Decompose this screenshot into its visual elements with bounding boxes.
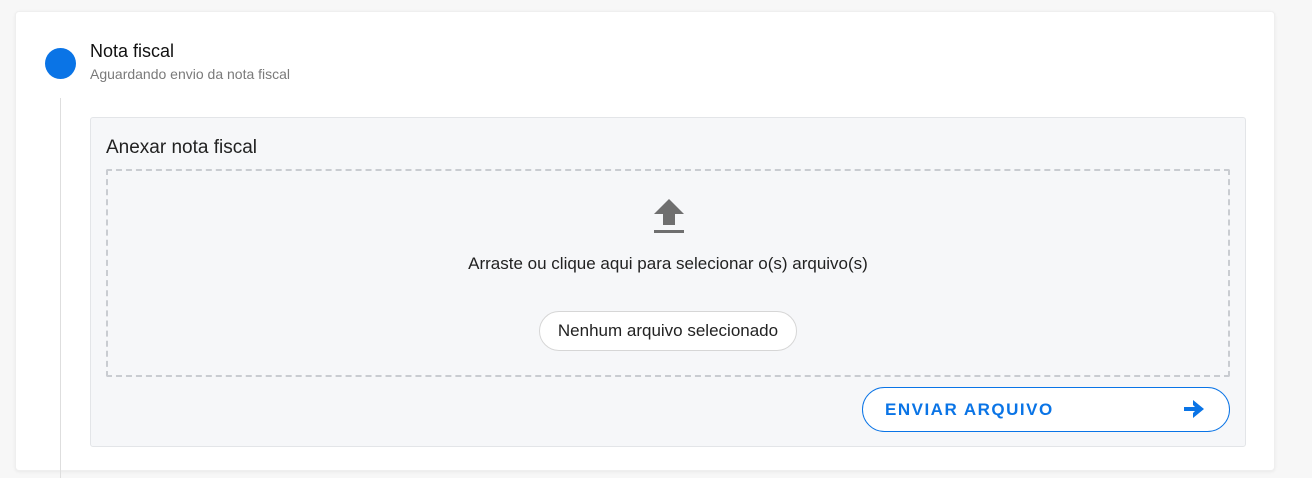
step-timeline-line bbox=[60, 98, 61, 478]
step-subtitle: Aguardando envio da nota fiscal bbox=[90, 66, 291, 82]
upload-icon bbox=[654, 199, 684, 233]
arrow-right-icon bbox=[1184, 400, 1204, 418]
send-file-button[interactable]: ENVIAR ARQUIVO bbox=[862, 387, 1230, 432]
step-card: Nota fiscal Aguardando envio da nota fis… bbox=[15, 11, 1275, 478]
dropzone-instructions: Arraste ou clique aqui para selecionar o… bbox=[468, 254, 868, 273]
send-file-button-label: ENVIAR ARQUIVO bbox=[885, 400, 1054, 419]
step-status-dot bbox=[45, 48, 76, 79]
attach-invoice-panel: Anexar nota fiscal Arraste ou clique aqu… bbox=[90, 117, 1246, 447]
file-dropzone[interactable]: Arraste ou clique aqui para selecionar o… bbox=[106, 169, 1230, 377]
attach-panel-title: Anexar nota fiscal bbox=[106, 137, 258, 158]
step-title: Nota fiscal bbox=[90, 41, 175, 61]
file-selection-status: Nenhum arquivo selecionado bbox=[539, 311, 797, 351]
